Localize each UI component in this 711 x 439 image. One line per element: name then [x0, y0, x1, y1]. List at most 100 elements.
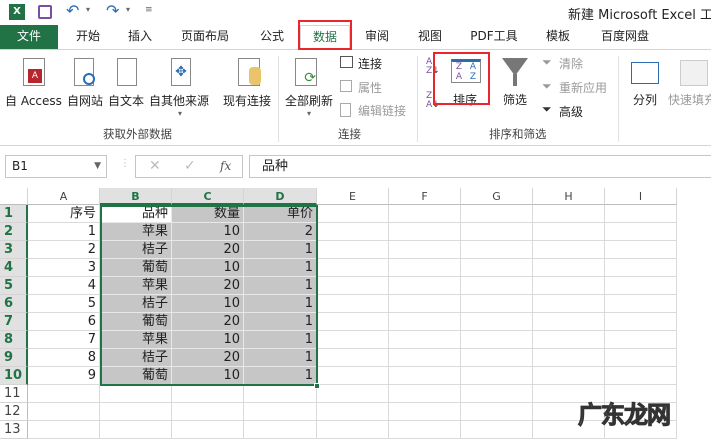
text-to-columns-button[interactable]: 分列 [633, 91, 657, 108]
row-header-6[interactable]: 6 [0, 295, 28, 313]
cell-E11[interactable] [317, 385, 389, 403]
cell-E10[interactable] [317, 367, 389, 385]
name-box-dropdown-icon[interactable]: ▼ [94, 156, 101, 177]
cell-G4[interactable] [461, 259, 533, 277]
cell-E2[interactable] [317, 223, 389, 241]
cell-F3[interactable] [389, 241, 461, 259]
reapply-button[interactable]: 重新应用 [559, 79, 607, 96]
cell-B2[interactable]: 苹果 [100, 223, 172, 241]
formula-input[interactable]: 品种 [249, 155, 711, 178]
cell-A5[interactable]: 4 [28, 277, 100, 295]
cell-B13[interactable] [100, 421, 172, 439]
cell-F8[interactable] [389, 331, 461, 349]
column-header-F[interactable]: F [389, 188, 461, 205]
cell-D8[interactable]: 1 [244, 331, 317, 349]
cell-F11[interactable] [389, 385, 461, 403]
cell-E6[interactable] [317, 295, 389, 313]
redo-icon[interactable]: ↷ [106, 1, 119, 20]
tab-view[interactable]: 视图 [408, 25, 452, 49]
properties-button[interactable]: 属性 [358, 79, 382, 96]
cell-E13[interactable] [317, 421, 389, 439]
cell-E1[interactable] [317, 205, 389, 223]
tab-templates[interactable]: 模板 [536, 25, 580, 49]
cell-H9[interactable] [533, 349, 605, 367]
cell-D13[interactable] [244, 421, 317, 439]
cell-I2[interactable] [605, 223, 677, 241]
from-web-button[interactable]: 自网站 [67, 92, 103, 109]
cell-A7[interactable]: 6 [28, 313, 100, 331]
cell-I3[interactable] [605, 241, 677, 259]
cell-B1[interactable]: 品种 [100, 205, 172, 223]
row-header-10[interactable]: 10 [0, 367, 28, 385]
tab-insert[interactable]: 插入 [116, 25, 164, 49]
cell-F7[interactable] [389, 313, 461, 331]
column-header-G[interactable]: G [461, 188, 533, 205]
column-header-C[interactable]: C [172, 188, 244, 205]
cell-D3[interactable]: 1 [244, 241, 317, 259]
cell-I6[interactable] [605, 295, 677, 313]
cell-G10[interactable] [461, 367, 533, 385]
cell-C5[interactable]: 20 [172, 277, 244, 295]
cell-C8[interactable]: 10 [172, 331, 244, 349]
cell-B9[interactable]: 桔子 [100, 349, 172, 367]
cell-A3[interactable]: 2 [28, 241, 100, 259]
cell-E3[interactable] [317, 241, 389, 259]
tab-file[interactable]: 文件 [0, 25, 58, 49]
column-header-H[interactable]: H [533, 188, 605, 205]
row-header-13[interactable]: 13 [0, 421, 28, 439]
cell-D4[interactable]: 1 [244, 259, 317, 277]
cell-E7[interactable] [317, 313, 389, 331]
flash-fill-button[interactable]: 快速填充 [668, 91, 711, 108]
clear-button[interactable]: 清除 [559, 55, 583, 72]
cell-B6[interactable]: 桔子 [100, 295, 172, 313]
cell-B3[interactable]: 桔子 [100, 241, 172, 259]
row-header-3[interactable]: 3 [0, 241, 28, 259]
cell-E12[interactable] [317, 403, 389, 421]
cell-D5[interactable]: 1 [244, 277, 317, 295]
cell-I1[interactable] [605, 205, 677, 223]
enter-icon[interactable]: ✓ [184, 158, 196, 174]
tab-formulas[interactable]: 公式 [250, 25, 294, 49]
row-header-11[interactable]: 11 [0, 385, 28, 403]
cell-G2[interactable] [461, 223, 533, 241]
cell-I4[interactable] [605, 259, 677, 277]
cell-F10[interactable] [389, 367, 461, 385]
cell-F6[interactable] [389, 295, 461, 313]
redo-dropdown-icon[interactable]: ▾ [126, 5, 130, 14]
cell-H6[interactable] [533, 295, 605, 313]
cell-F1[interactable] [389, 205, 461, 223]
cell-D11[interactable] [244, 385, 317, 403]
filter-button[interactable]: 筛选 [503, 91, 527, 108]
cell-I8[interactable] [605, 331, 677, 349]
cell-D12[interactable] [244, 403, 317, 421]
cell-G8[interactable] [461, 331, 533, 349]
cell-D9[interactable]: 1 [244, 349, 317, 367]
cell-H7[interactable] [533, 313, 605, 331]
cell-C9[interactable]: 20 [172, 349, 244, 367]
edit-links-button[interactable]: 编辑链接 [358, 102, 406, 119]
cell-C4[interactable]: 10 [172, 259, 244, 277]
cell-G11[interactable] [461, 385, 533, 403]
column-header-B[interactable]: B [100, 188, 172, 205]
refresh-all-button[interactable]: 全部刷新 [285, 92, 333, 109]
cell-G1[interactable] [461, 205, 533, 223]
cancel-icon[interactable]: ✕ [149, 158, 161, 174]
cell-F5[interactable] [389, 277, 461, 295]
cell-H5[interactable] [533, 277, 605, 295]
column-header-E[interactable]: E [317, 188, 389, 205]
cell-G5[interactable] [461, 277, 533, 295]
tab-page-layout[interactable]: 页面布局 [170, 25, 240, 49]
from-text-button[interactable]: 自文本 [108, 92, 144, 109]
cell-A4[interactable]: 3 [28, 259, 100, 277]
undo-dropdown-icon[interactable]: ▾ [86, 5, 90, 14]
cell-E4[interactable] [317, 259, 389, 277]
cell-A12[interactable] [28, 403, 100, 421]
row-header-5[interactable]: 5 [0, 277, 28, 295]
row-header-1[interactable]: 1 [0, 205, 28, 223]
cell-H3[interactable] [533, 241, 605, 259]
cell-A8[interactable]: 7 [28, 331, 100, 349]
cell-B5[interactable]: 苹果 [100, 277, 172, 295]
from-access-button[interactable]: 自 Access [5, 92, 62, 109]
cell-A1[interactable]: 序号 [28, 205, 100, 223]
cell-F9[interactable] [389, 349, 461, 367]
